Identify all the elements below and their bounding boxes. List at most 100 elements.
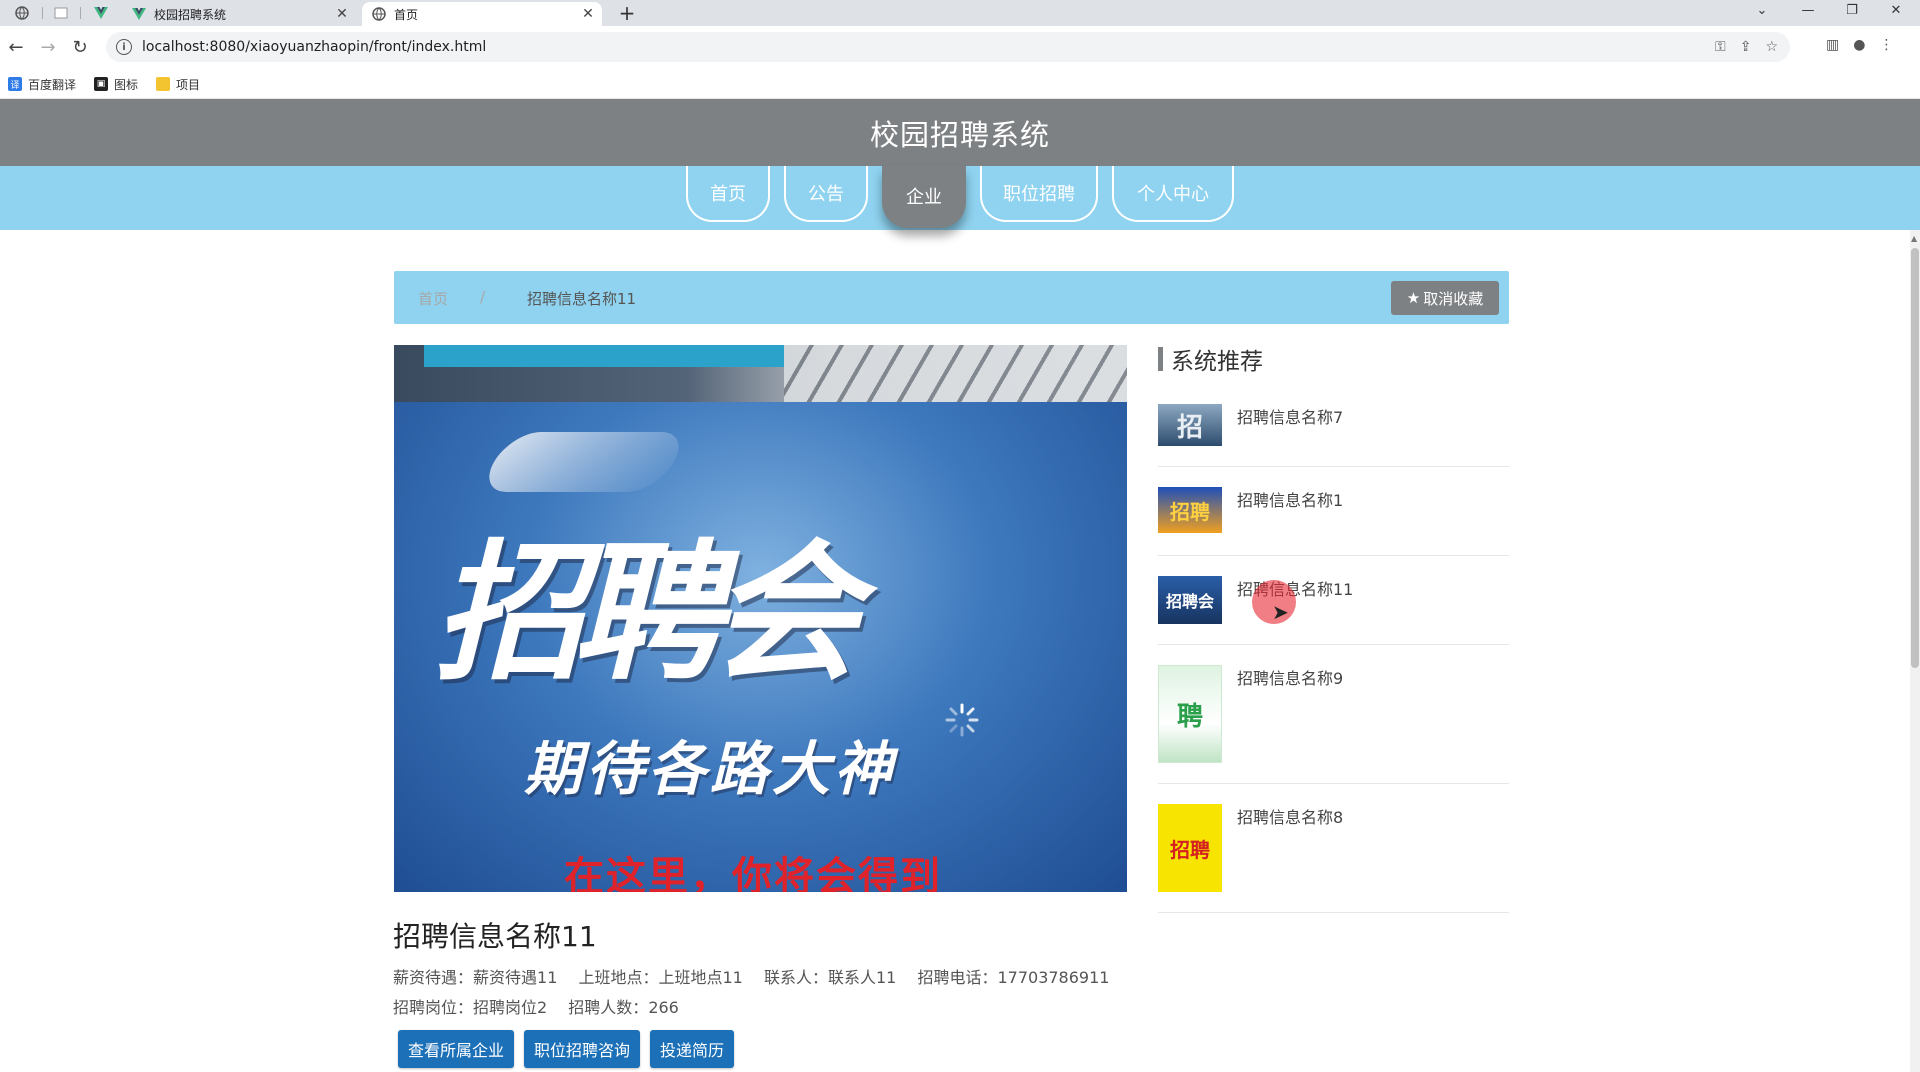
salary-label: 薪资待遇： — [393, 968, 474, 987]
bookmark-label: 项目 — [176, 77, 201, 92]
recommend-thumbnail: 聘 — [1158, 665, 1222, 763]
job-info-line-1: 薪资待遇：薪资待遇11 上班地点：上班地点11 联系人：联系人11 招聘电话：1… — [393, 964, 1109, 988]
minimize-icon[interactable]: — — [1786, 0, 1830, 22]
globe-icon — [372, 7, 386, 21]
spotlight-beam — [476, 432, 692, 492]
mouse-cursor-icon: ➤ — [1272, 600, 1289, 624]
close-window-icon[interactable]: ✕ — [1874, 0, 1918, 22]
loading-spinner-icon — [945, 703, 979, 737]
browser-tab-strip: 校园招聘系统 ✕ 首页 ✕ + ⌄ — ❐ ✕ — [0, 0, 1920, 26]
back-icon[interactable]: ← — [4, 36, 28, 60]
breadcrumb-separator: / — [480, 288, 486, 306]
tab-search-icon[interactable]: ⌄ — [1740, 0, 1784, 22]
salary-value: 薪资待遇11 — [473, 968, 558, 987]
recommend-heading: 系统推荐 — [1158, 344, 1263, 375]
tab-home[interactable]: 首页 ✕ — [362, 2, 602, 26]
recommend-thumbnail: 招聘 — [1158, 487, 1222, 533]
recommend-item-name[interactable]: 招聘信息名称7 — [1237, 404, 1343, 428]
contact-label: 联系人： — [763, 968, 828, 987]
cancel-favorite-button[interactable]: ★ 取消收藏 — [1391, 281, 1499, 315]
vue-logo-icon[interactable] — [87, 3, 115, 23]
translate-icon: 译 — [8, 77, 22, 91]
recommend-thumbnail: 招 — [1158, 404, 1222, 446]
location-label: 上班地点： — [578, 968, 659, 987]
phone-value: 17703786911 — [997, 968, 1110, 987]
profile-avatar-icon[interactable]: ● — [1853, 37, 1865, 53]
nav-company[interactable]: 企业 — [882, 166, 966, 228]
recommend-item[interactable]: 招聘会 招聘信息名称11 — [1158, 576, 1509, 645]
poster-headline: 招聘会 — [434, 525, 860, 701]
site-header: 校园招聘系统 — [0, 99, 1920, 166]
main-nav: 首页 公告 企业 职位招聘 个人中心 — [0, 166, 1920, 230]
menu-kebab-icon[interactable]: ⋮ — [1879, 37, 1893, 53]
poster-top-strip — [394, 345, 1127, 402]
nav-notice[interactable]: 公告 — [784, 166, 868, 222]
scrollbar-thumb[interactable] — [1911, 248, 1919, 668]
bookmark-label: 图标 — [114, 77, 139, 92]
recommend-item[interactable]: 招聘 招聘信息名称1 — [1158, 487, 1509, 556]
recommend-item-name[interactable]: 招聘信息名称9 — [1237, 665, 1343, 689]
tab-title: 校园招聘系统 — [154, 7, 227, 22]
recommend-thumbnail: 招聘会 — [1158, 576, 1222, 624]
tab-campus-recruit[interactable]: 校园招聘系统 ✕ — [122, 2, 356, 26]
breadcrumb: 首页 / 招聘信息名称11 ★ 取消收藏 — [394, 271, 1509, 324]
recommend-heading-text: 系统推荐 — [1171, 349, 1263, 375]
vue-logo-icon — [132, 7, 146, 21]
recommend-item[interactable]: 招 招聘信息名称7 — [1158, 404, 1509, 467]
submit-resume-button[interactable]: 投递简历 — [650, 1030, 735, 1068]
tab-close-icon[interactable]: ✕ — [580, 6, 596, 22]
recommend-item-name[interactable]: 招聘信息名称1 — [1237, 487, 1343, 511]
job-title: 招聘信息名称11 — [393, 920, 597, 953]
recommend-item[interactable]: 招聘 招聘信息名称8 — [1158, 804, 1509, 913]
poster-red-slogan: 在这里，你将会得到 — [564, 854, 942, 892]
bookmark-icons[interactable]: ▣ 图标 — [94, 76, 138, 93]
forward-icon[interactable]: → — [36, 36, 60, 60]
nav-home[interactable]: 首页 — [686, 166, 770, 222]
tab-title: 首页 — [394, 7, 419, 22]
side-panel-icon[interactable]: ▥ — [1826, 37, 1839, 53]
nav-personal-center[interactable]: 个人中心 — [1112, 166, 1234, 222]
bookmark-star-icon[interactable]: ☆ — [1765, 39, 1778, 55]
url-text[interactable]: localhost:8080/xiaoyuanzhaopin/front/ind… — [142, 39, 486, 55]
location-value: 上班地点11 — [658, 968, 743, 987]
share-icon[interactable]: ⇪ — [1740, 39, 1752, 55]
restore-icon[interactable]: ❐ — [1830, 0, 1874, 22]
folder-icon — [156, 77, 171, 91]
phone-label: 招聘电话： — [917, 968, 998, 987]
nav-jobs[interactable]: 职位招聘 — [980, 166, 1098, 222]
breadcrumb-current: 招聘信息名称11 — [527, 290, 637, 308]
scroll-up-arrow-icon[interactable]: ▲ — [1911, 234, 1917, 243]
address-bar-row: ← → ↻ i localhost:8080/xiaoyuanzhaopin/f… — [0, 26, 1920, 70]
url-omnibox[interactable]: i localhost:8080/xiaoyuanzhaopin/front/i… — [106, 32, 1790, 62]
bookmark-baidu-translate[interactable]: 译 百度翻译 — [8, 76, 76, 93]
new-tab-button[interactable]: + — [615, 2, 639, 24]
poster-subheadline: 期待各路大神 — [524, 735, 897, 803]
recommend-item[interactable]: 聘 招聘信息名称9 — [1158, 665, 1509, 784]
headcount-value: 266 — [648, 998, 679, 1017]
password-key-icon[interactable]: ⚿ — [1715, 39, 1726, 55]
cancel-favorite-label: 取消收藏 — [1423, 289, 1484, 308]
view-company-button[interactable]: 查看所属企业 — [398, 1030, 515, 1068]
headcount-label: 招聘人数： — [568, 998, 649, 1017]
position-value: 招聘岗位2 — [473, 998, 548, 1017]
image-icon: ▣ — [94, 77, 109, 91]
position-label: 招聘岗位： — [393, 998, 474, 1017]
blank-page-icon[interactable] — [47, 3, 75, 23]
tab-close-icon[interactable]: ✕ — [334, 6, 350, 22]
breadcrumb-home[interactable]: 首页 — [418, 288, 448, 309]
contact-value: 联系人11 — [827, 968, 897, 987]
bookmark-label: 百度翻译 — [28, 77, 77, 92]
site-title: 校园招聘系统 — [869, 117, 1050, 152]
reload-icon[interactable]: ↻ — [68, 36, 92, 60]
recommend-thumbnail: 招聘 — [1158, 804, 1222, 892]
bookmark-project[interactable]: 项目 — [156, 76, 200, 93]
star-icon: ★ — [1406, 289, 1421, 307]
globe-icon[interactable] — [8, 3, 36, 23]
recommend-item-name[interactable]: 招聘信息名称8 — [1237, 804, 1343, 828]
site-info-icon[interactable]: i — [116, 39, 132, 55]
bookmarks-bar: 译 百度翻译 ▣ 图标 项目 — [0, 70, 1920, 99]
job-info-line-2: 招聘岗位：招聘岗位2 招聘人数：266 — [393, 994, 679, 1018]
job-poster-image: 招聘会 期待各路大神 在这里，你将会得到 — [394, 345, 1127, 892]
action-buttons: 查看所属企业 职位招聘咨询 投递简历 — [398, 1030, 735, 1068]
job-consult-button[interactable]: 职位招聘咨询 — [524, 1030, 641, 1068]
